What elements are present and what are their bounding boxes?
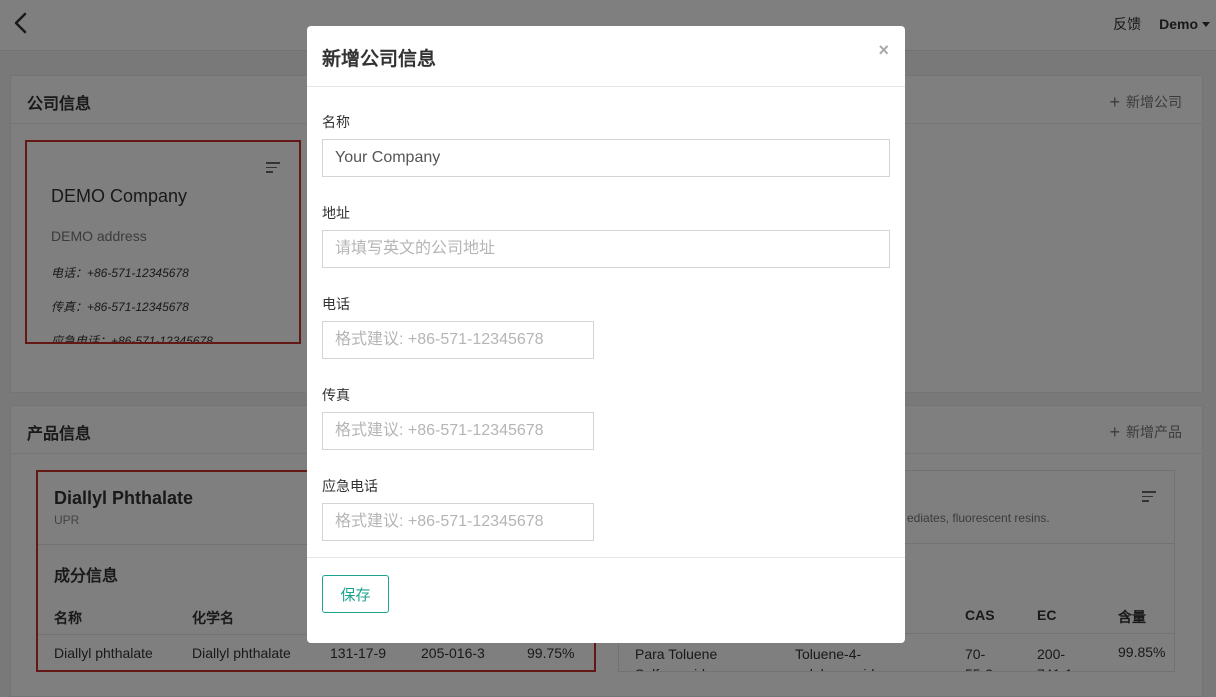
dialog-header: 新增公司信息 × — [307, 26, 905, 87]
add-company-dialog: 新增公司信息 × 名称 地址 电话 传真 应急电话 保存 — [307, 26, 905, 643]
company-name-input[interactable] — [322, 139, 890, 177]
fax-label: 传真 — [322, 387, 350, 403]
dialog-title: 新增公司信息 — [322, 49, 437, 70]
dialog-footer: 保存 — [307, 557, 905, 643]
emergency-phone-label: 应急电话 — [322, 478, 378, 494]
close-icon[interactable]: × — [878, 40, 889, 61]
address-label: 地址 — [322, 205, 350, 221]
phone-label: 电话 — [322, 296, 350, 312]
save-button[interactable]: 保存 — [322, 575, 389, 613]
company-address-input[interactable] — [322, 230, 890, 268]
phone-input[interactable] — [322, 321, 594, 359]
fax-input[interactable] — [322, 412, 594, 450]
name-label: 名称 — [322, 114, 350, 130]
emergency-phone-input[interactable] — [322, 503, 594, 541]
